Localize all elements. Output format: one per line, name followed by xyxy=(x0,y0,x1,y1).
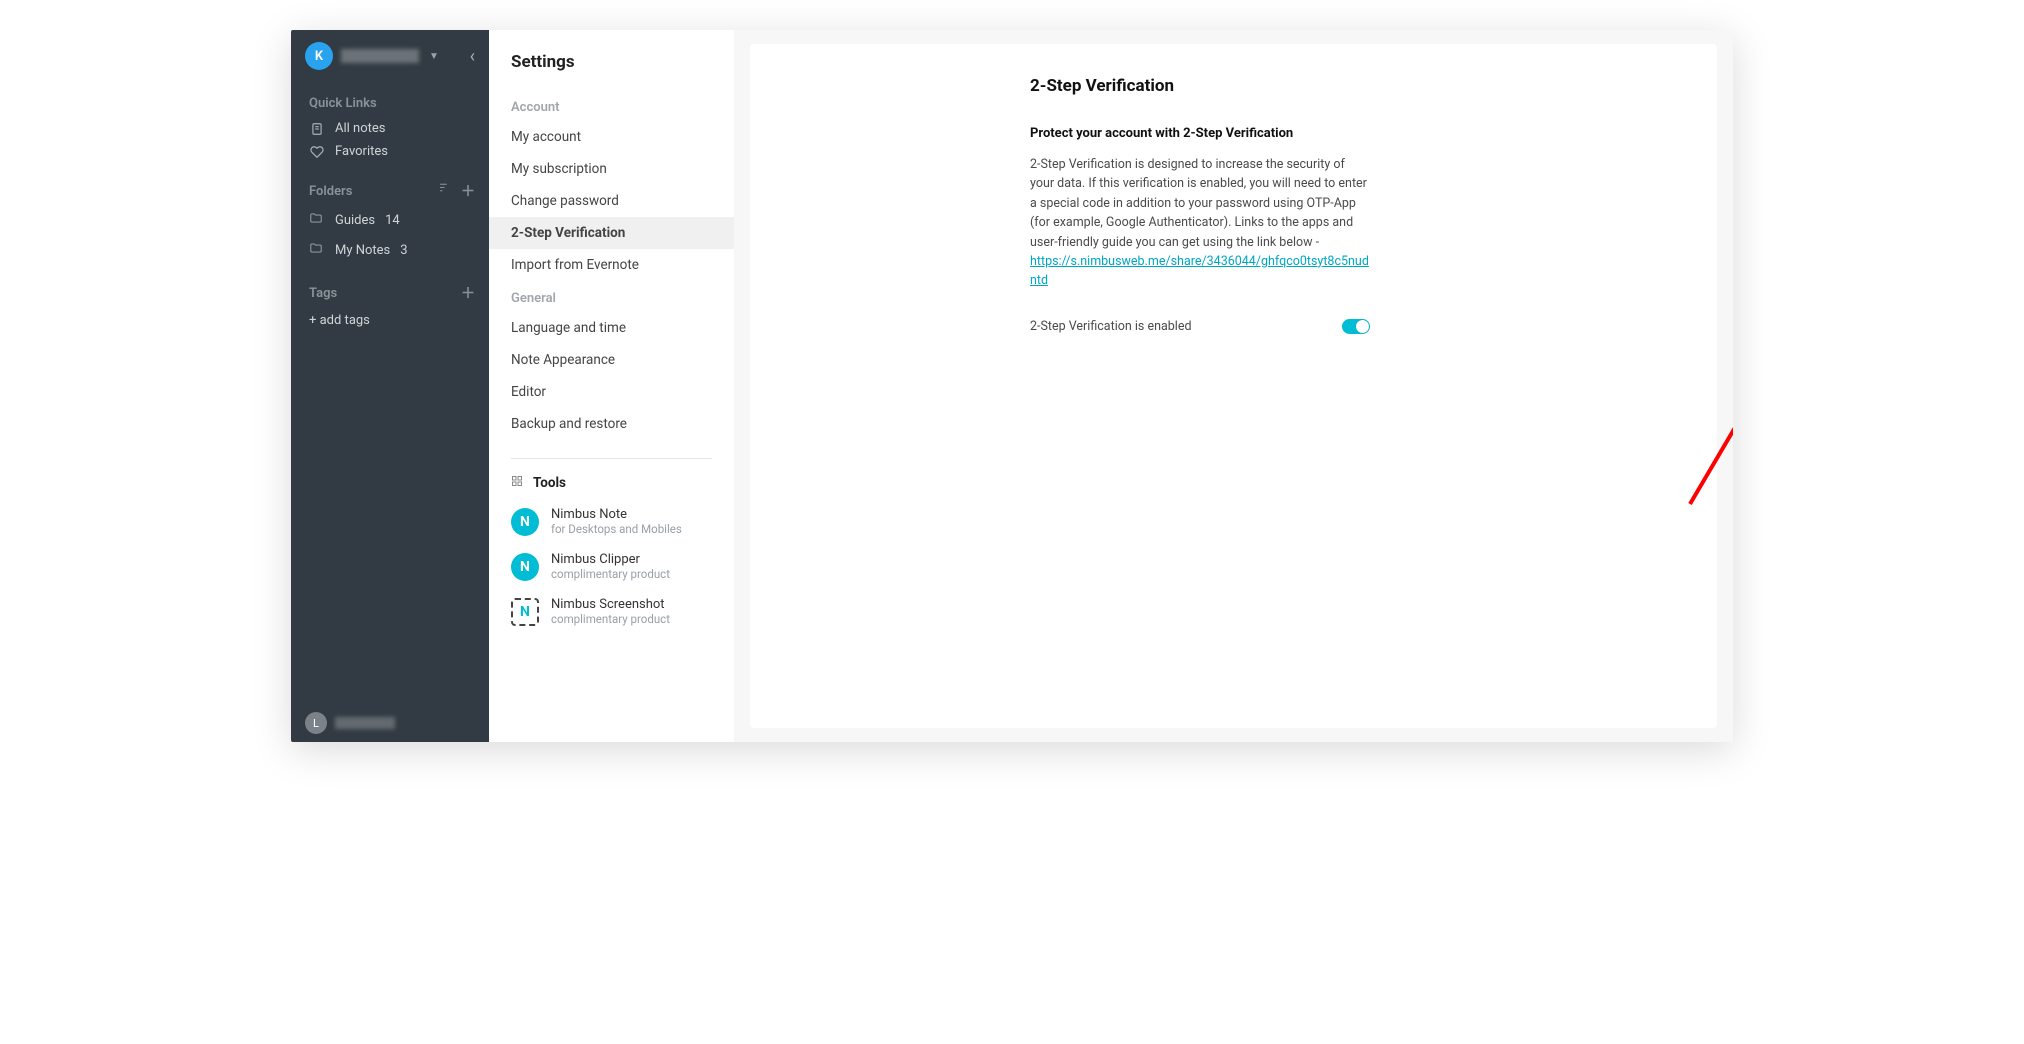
tags-label: Tags xyxy=(309,286,337,301)
page-subhead: Protect your account with 2-Step Verific… xyxy=(1030,126,1370,141)
settings-title: Settings xyxy=(489,52,734,90)
left-sidebar: K ▼ ‹ Quick Links All notes Favorites Fo… xyxy=(291,30,489,742)
chevron-down-icon: ▼ xyxy=(429,51,439,62)
settings-item-my-account[interactable]: My account xyxy=(489,121,734,153)
tool-name: Nimbus Screenshot xyxy=(551,597,670,612)
folders-label: Folders xyxy=(309,184,352,199)
settings-item-backup-restore[interactable]: Backup and restore xyxy=(489,408,734,440)
add-tags-label: + add tags xyxy=(309,313,370,328)
folders-header: Folders ＋ xyxy=(291,163,489,205)
settings-item-language-time[interactable]: Language and time xyxy=(489,312,734,344)
quick-links-header: Quick Links xyxy=(291,78,489,117)
tool-nimbus-screenshot[interactable]: N Nimbus Screenshot complimentary produc… xyxy=(489,589,734,634)
toggle-knob xyxy=(1356,320,1369,333)
tool-name: Nimbus Clipper xyxy=(551,552,670,567)
folder-count: 14 xyxy=(385,213,400,228)
username-redacted xyxy=(341,49,419,63)
folder-icon xyxy=(309,211,325,229)
tools-label: Tools xyxy=(533,475,566,491)
folder-name: My Notes xyxy=(335,243,390,258)
settings-item-editor[interactable]: Editor xyxy=(489,376,734,408)
sidebar-item-favorites[interactable]: Favorites xyxy=(291,140,489,163)
tool-sub: for Desktops and Mobiles xyxy=(551,522,682,536)
folder-icon xyxy=(309,241,325,259)
chevron-left-icon[interactable]: ‹ xyxy=(470,46,475,67)
content-card: 2-Step Verification Protect your account… xyxy=(750,44,1717,728)
tool-name: Nimbus Note xyxy=(551,507,682,522)
guide-link[interactable]: https://s.nimbusweb.me/share/3436044/ghf… xyxy=(1030,254,1369,288)
heart-icon xyxy=(309,145,325,159)
sort-icon[interactable] xyxy=(438,181,451,201)
tool-nimbus-note[interactable]: N Nimbus Note for Desktops and Mobiles xyxy=(489,499,734,544)
sidebar-item-label: All notes xyxy=(335,121,385,136)
general-section-label: General xyxy=(489,281,734,312)
divider xyxy=(511,458,712,459)
avatar: L xyxy=(305,712,327,734)
sidebar-bottom-user[interactable]: L xyxy=(291,704,489,742)
settings-item-note-appearance[interactable]: Note Appearance xyxy=(489,344,734,376)
folder-count: 3 xyxy=(400,243,407,258)
two-step-toggle-row: 2-Step Verification is enabled xyxy=(1030,319,1370,334)
sidebar-item-label: Favorites xyxy=(335,144,388,159)
folder-my-notes[interactable]: My Notes 3 xyxy=(291,235,489,265)
body-text: 2-Step Verification is designed to incre… xyxy=(1030,157,1367,250)
settings-item-2step[interactable]: 2-Step Verification xyxy=(489,217,734,249)
grid-icon xyxy=(511,475,523,491)
account-section-label: Account xyxy=(489,90,734,121)
two-step-toggle[interactable] xyxy=(1342,319,1370,334)
note-icon xyxy=(309,122,325,136)
add-folder-icon[interactable]: ＋ xyxy=(461,181,475,201)
folder-guides[interactable]: Guides 14 xyxy=(291,205,489,235)
add-tag-icon[interactable]: ＋ xyxy=(461,283,475,303)
tools-header: Tools xyxy=(489,467,734,499)
settings-item-my-subscription[interactable]: My subscription xyxy=(489,153,734,185)
nimbus-screenshot-icon: N xyxy=(511,598,539,626)
annotation-arrow-icon xyxy=(1650,304,1733,524)
tags-header: Tags ＋ xyxy=(291,265,489,307)
add-tags-button[interactable]: + add tags xyxy=(291,307,489,334)
settings-item-change-password[interactable]: Change password xyxy=(489,185,734,217)
page-body: 2-Step Verification is designed to incre… xyxy=(1030,155,1370,291)
settings-item-import-evernote[interactable]: Import from Evernote xyxy=(489,249,734,281)
settings-panel: Settings Account My account My subscript… xyxy=(489,30,734,742)
tool-nimbus-clipper[interactable]: N Nimbus Clipper complimentary product xyxy=(489,544,734,589)
folder-name: Guides xyxy=(335,213,375,228)
toggle-label: 2-Step Verification is enabled xyxy=(1030,319,1342,334)
tool-sub: complimentary product xyxy=(551,567,670,581)
nimbus-note-icon: N xyxy=(511,508,539,536)
sidebar-item-all-notes[interactable]: All notes xyxy=(291,117,489,140)
username-redacted xyxy=(335,717,395,729)
main-content-area: 2-Step Verification Protect your account… xyxy=(734,30,1733,742)
account-switcher[interactable]: K ▼ ‹ xyxy=(291,30,489,78)
tool-sub: complimentary product xyxy=(551,612,670,626)
nimbus-clipper-icon: N xyxy=(511,553,539,581)
app-window: K ▼ ‹ Quick Links All notes Favorites Fo… xyxy=(291,30,1733,742)
avatar: K xyxy=(305,42,333,70)
page-title: 2-Step Verification xyxy=(1030,76,1370,96)
